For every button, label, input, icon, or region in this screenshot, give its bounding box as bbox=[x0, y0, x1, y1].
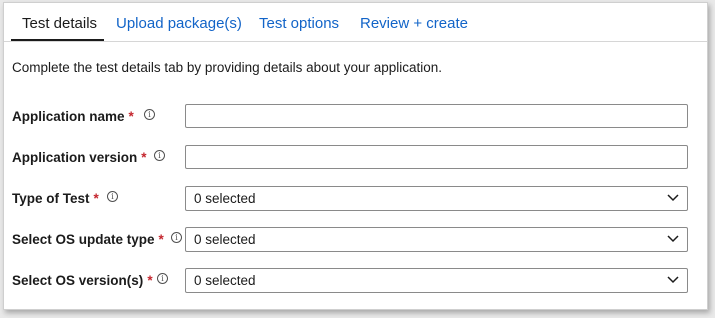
info-icon[interactable]: i bbox=[107, 191, 118, 202]
os-versions-value: 0 selected bbox=[194, 273, 256, 288]
application-name-input[interactable] bbox=[185, 104, 688, 128]
info-icon[interactable]: i bbox=[154, 150, 165, 161]
chevron-down-icon bbox=[667, 235, 679, 243]
test-details-panel: Test details Upload package(s) Test opti… bbox=[3, 2, 708, 310]
application-name-label: Application name * bbox=[12, 109, 134, 124]
os-versions-dropdown[interactable]: 0 selected bbox=[185, 268, 688, 293]
info-icon[interactable]: i bbox=[144, 109, 155, 120]
type-of-test-label: Type of Test * bbox=[12, 191, 99, 206]
application-version-row: Application version * i bbox=[4, 145, 707, 171]
application-version-input[interactable] bbox=[185, 145, 688, 169]
chevron-down-icon bbox=[667, 194, 679, 202]
type-of-test-row: Type of Test * i 0 selected bbox=[4, 186, 707, 212]
tab-description: Complete the test details tab by providi… bbox=[12, 60, 443, 75]
required-marker: * bbox=[158, 232, 164, 247]
tab-bar: Test details Upload package(s) Test opti… bbox=[4, 3, 707, 42]
application-name-row: Application name * i bbox=[4, 104, 707, 130]
os-update-type-value: 0 selected bbox=[194, 232, 256, 247]
tab-test-details[interactable]: Test details bbox=[22, 15, 97, 33]
required-marker: * bbox=[128, 109, 134, 124]
os-update-type-label: Select OS update type * bbox=[12, 232, 164, 247]
info-icon[interactable]: i bbox=[157, 273, 168, 284]
required-marker: * bbox=[147, 273, 153, 288]
tab-upload-packages[interactable]: Upload package(s) bbox=[116, 15, 242, 33]
application-version-label: Application version * bbox=[12, 150, 147, 165]
active-tab-indicator bbox=[11, 39, 104, 41]
type-of-test-dropdown[interactable]: 0 selected bbox=[185, 186, 688, 211]
os-update-type-dropdown[interactable]: 0 selected bbox=[185, 227, 688, 252]
os-update-type-row: Select OS update type * i 0 selected bbox=[4, 227, 707, 253]
info-icon[interactable]: i bbox=[171, 232, 182, 243]
os-versions-label: Select OS version(s) * bbox=[12, 273, 153, 288]
tab-test-options[interactable]: Test options bbox=[259, 15, 339, 33]
tab-review-create[interactable]: Review + create bbox=[360, 15, 468, 33]
required-marker: * bbox=[93, 191, 99, 206]
os-versions-row: Select OS version(s) * i 0 selected bbox=[4, 268, 707, 294]
chevron-down-icon bbox=[667, 276, 679, 284]
required-marker: * bbox=[141, 150, 147, 165]
type-of-test-value: 0 selected bbox=[194, 191, 256, 206]
